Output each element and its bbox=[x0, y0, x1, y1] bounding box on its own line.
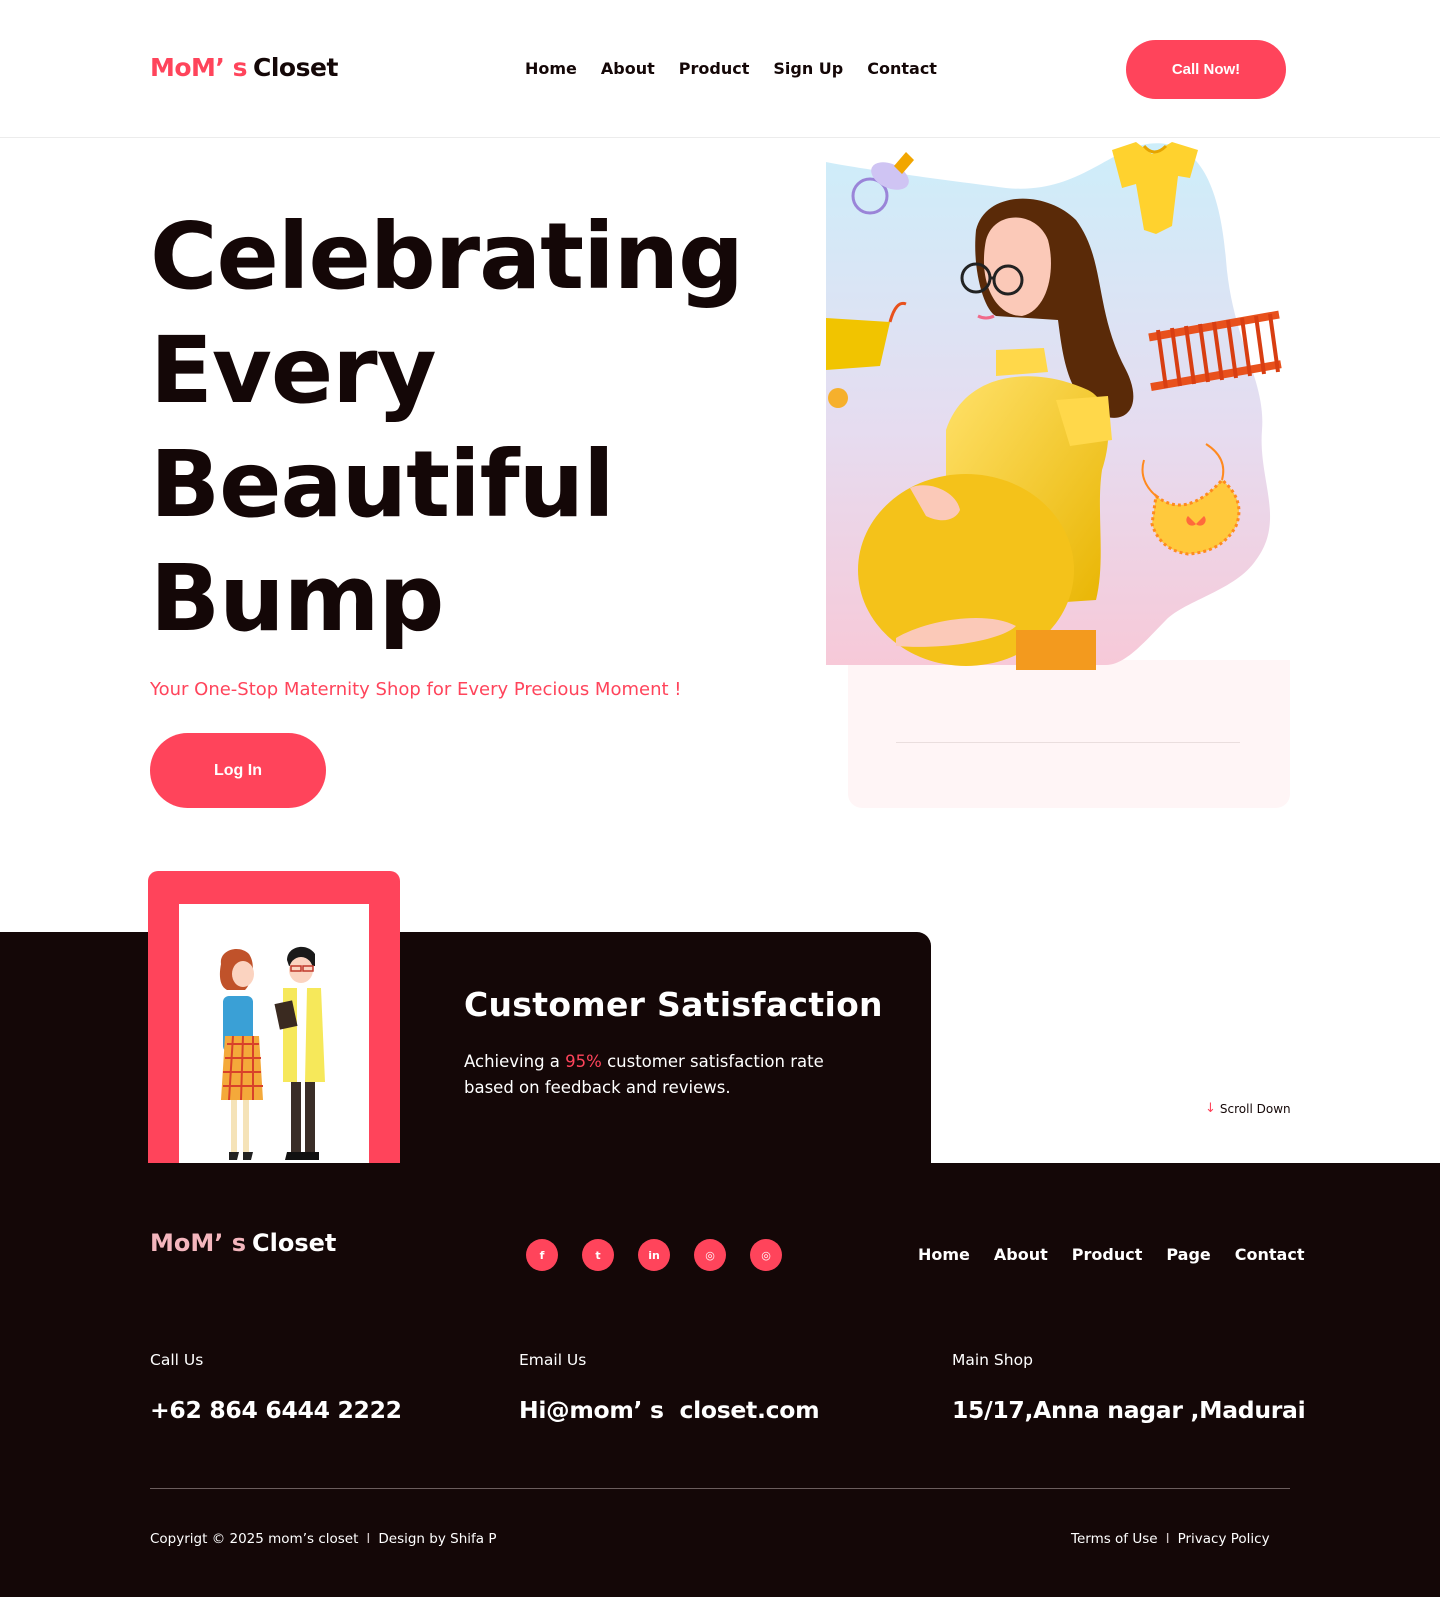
nav-product[interactable]: Product bbox=[679, 59, 750, 78]
hero-title: Celebrating Every Beautiful Bump bbox=[150, 200, 800, 656]
separator: I bbox=[1165, 1531, 1170, 1547]
satisfaction-image bbox=[179, 904, 369, 1164]
hero-title-line-2: Every bbox=[150, 317, 437, 424]
site-header: MoM’ s Closet Home About Product Sign Up … bbox=[0, 0, 1440, 138]
call-now-button[interactable]: Call Now! bbox=[1126, 40, 1286, 99]
scroll-down-link[interactable]: ↓ Scroll Down bbox=[1205, 1101, 1291, 1116]
instagram-icon[interactable]: ◎ bbox=[750, 1239, 782, 1271]
footer-copyright-row: Copyrigt © 2025 mom’s closet I Design by S… bbox=[150, 1531, 496, 1547]
satisfaction-section bbox=[0, 932, 931, 1164]
footer-divider bbox=[150, 1488, 1290, 1489]
nav-home[interactable]: Home bbox=[525, 59, 577, 78]
main-nav: Home About Product Sign Up Contact bbox=[525, 59, 961, 78]
footer-nav-about[interactable]: About bbox=[994, 1245, 1048, 1264]
arrow-down-icon: ↓ bbox=[1205, 1101, 1216, 1116]
footer-nav-page[interactable]: Page bbox=[1166, 1245, 1210, 1264]
terms-of-use-link[interactable]: Terms of Use bbox=[1071, 1531, 1158, 1547]
footer-nav: Home About Product Page Contact bbox=[918, 1245, 1304, 1264]
separator: I bbox=[366, 1531, 371, 1547]
scroll-down-label: Scroll Down bbox=[1219, 1101, 1291, 1116]
instagram-icon[interactable]: ◎ bbox=[694, 1239, 726, 1271]
phone-number[interactable]: +62 864 6444 2222 bbox=[150, 1396, 402, 1424]
call-us-label: Call Us bbox=[150, 1351, 204, 1369]
footer-brand-logo[interactable]: MoM’ s Closet bbox=[150, 1229, 336, 1257]
footer-legal-links: Terms of Use I Privacy Policy bbox=[1071, 1531, 1270, 1547]
pregnant-woman-illustration bbox=[826, 142, 1282, 670]
footer-nav-product[interactable]: Product bbox=[1072, 1245, 1143, 1264]
nav-about[interactable]: About bbox=[601, 59, 655, 78]
footer-logo-part-closet: Closet bbox=[252, 1229, 337, 1257]
facebook-icon[interactable]: f bbox=[526, 1239, 558, 1271]
log-in-button[interactable]: Log In bbox=[150, 733, 326, 808]
hero-card-divider bbox=[896, 742, 1240, 743]
main-shop-label: Main Shop bbox=[952, 1351, 1033, 1369]
doctor-figure bbox=[274, 946, 325, 1160]
email-us-label: Email Us bbox=[519, 1351, 587, 1369]
linkedin-icon[interactable]: in bbox=[638, 1239, 670, 1271]
logo-part-closet: Closet bbox=[253, 53, 338, 82]
satisfaction-text-start: Achieving a bbox=[464, 1052, 566, 1071]
hero-title-line-3: Beautiful bbox=[150, 431, 615, 538]
shop-address: 15/17,Anna nagar ,Madurai bbox=[952, 1396, 1306, 1424]
social-links: f t in ◎ ◎ bbox=[526, 1239, 782, 1271]
satisfaction-title: Customer Satisfaction bbox=[464, 985, 883, 1024]
hero-card bbox=[848, 660, 1290, 808]
mother-figure bbox=[219, 949, 263, 1160]
hero-tagline: Your One-Stop Maternity Shop for Every P… bbox=[150, 679, 682, 700]
footer-nav-home[interactable]: Home bbox=[918, 1245, 970, 1264]
copyright-text: Copyrigt © 2025 mom’s closet bbox=[150, 1531, 359, 1547]
customer-consultation-illustration bbox=[219, 946, 325, 1160]
hero-title-line-1: Celebrating bbox=[150, 203, 744, 310]
satisfaction-rate: 95% bbox=[565, 1052, 602, 1071]
satisfaction-text: Achieving a 95% customer satisfaction ra… bbox=[464, 1049, 864, 1101]
nav-contact[interactable]: Contact bbox=[867, 59, 937, 78]
twitter-icon[interactable]: t bbox=[582, 1239, 614, 1271]
design-credit: Design by Shifa P bbox=[378, 1531, 497, 1547]
logo-part-mom: MoM’ s bbox=[150, 53, 248, 82]
hero-title-line-4: Bump bbox=[150, 545, 444, 652]
nav-sign-up[interactable]: Sign Up bbox=[773, 59, 843, 78]
footer-logo-part-mom: MoM’ s bbox=[150, 1229, 247, 1257]
footer-nav-contact[interactable]: Contact bbox=[1235, 1245, 1305, 1264]
email-address[interactable]: Hi@mom’ s closet.com bbox=[519, 1396, 820, 1424]
privacy-policy-link[interactable]: Privacy Policy bbox=[1178, 1531, 1270, 1547]
brand-logo[interactable]: MoM’ s Closet bbox=[150, 53, 338, 82]
